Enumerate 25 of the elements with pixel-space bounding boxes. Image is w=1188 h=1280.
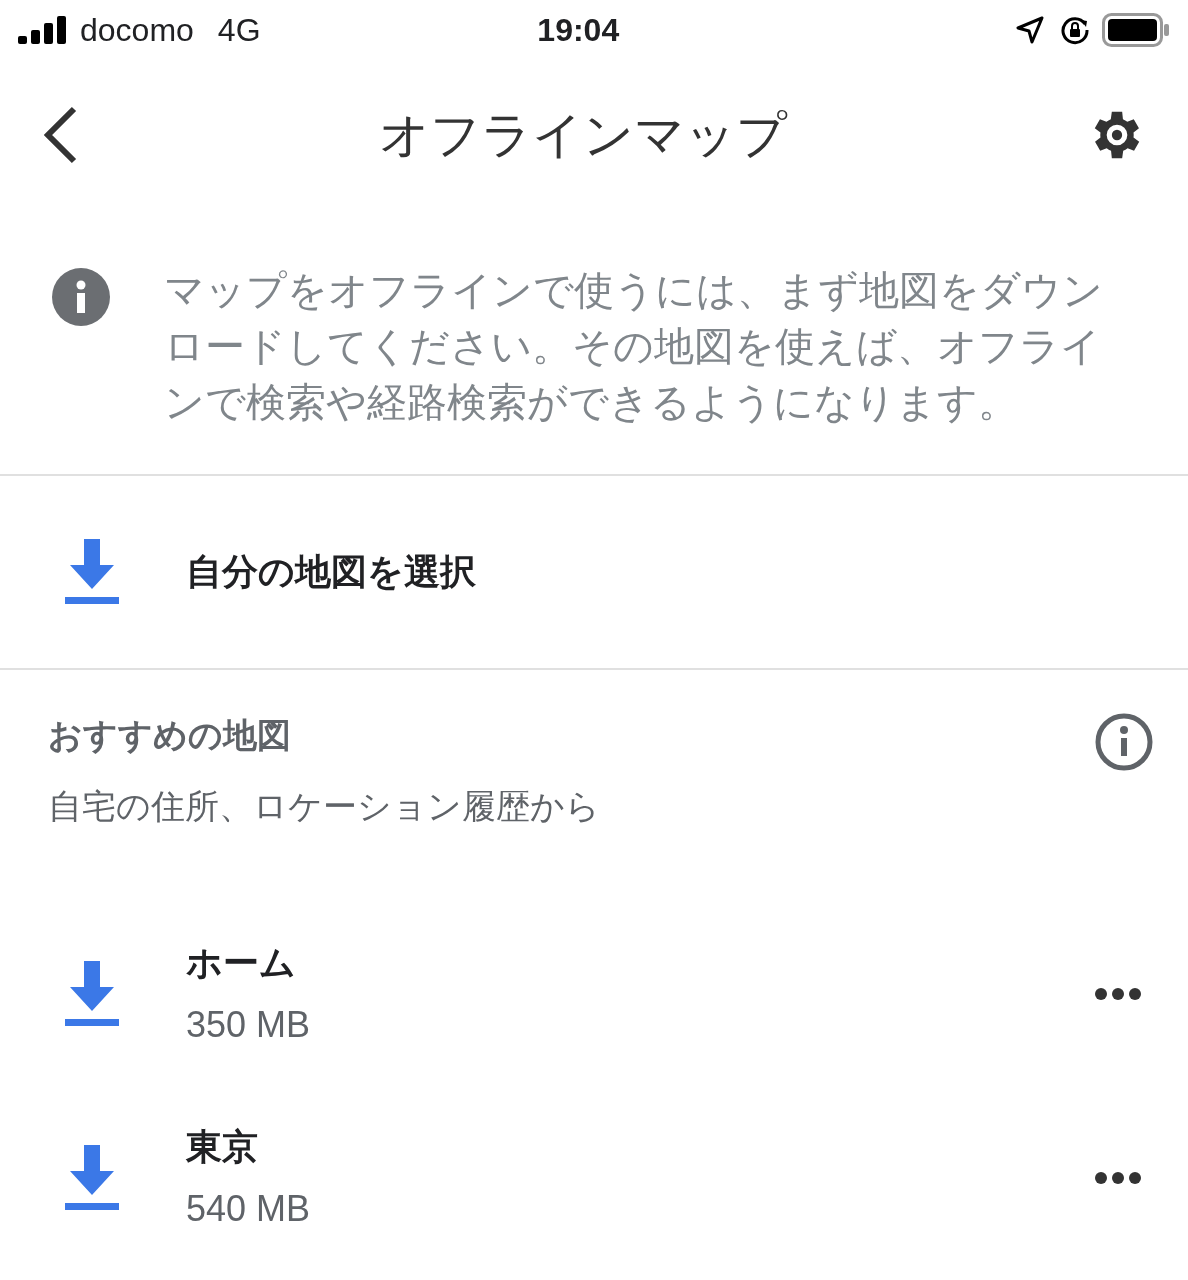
map-list-item[interactable]: 東京 540 MB	[0, 1086, 1188, 1270]
map-size: 540 MB	[186, 1187, 312, 1231]
info-text: マップをオフラインで使うには、まず地図をダウンロードしてください。その地図を使えば、オフラインで検索や経路検索ができるようになります。	[164, 266, 1104, 427]
location-arrow-icon	[1016, 16, 1044, 44]
network-type: 4G	[217, 11, 261, 50]
more-icon[interactable]	[1094, 1171, 1142, 1185]
section-subtitle: 自宅の住所、ロケーション履歴から	[48, 785, 601, 828]
map-size: 350 MB	[186, 1003, 312, 1047]
info-outline-icon[interactable]	[1094, 712, 1154, 772]
download-icon	[64, 961, 120, 1027]
select-map-button[interactable]: 自分の地図を選択	[0, 476, 1188, 670]
info-icon	[52, 268, 110, 326]
signal-icon	[18, 16, 68, 44]
map-name: ホーム	[186, 941, 297, 985]
rotation-lock-icon	[1060, 15, 1090, 45]
carrier-name: docomo	[80, 11, 194, 50]
more-icon[interactable]	[1094, 987, 1142, 1001]
map-list-item[interactable]: ホーム 350 MB	[0, 902, 1188, 1086]
section-title: おすすめの地図	[48, 714, 292, 757]
page-title: オフラインマップ	[379, 104, 787, 166]
map-name: 東京	[186, 1125, 259, 1169]
clock-time: 19:04	[537, 11, 620, 50]
download-icon	[64, 1145, 120, 1211]
battery-icon	[1102, 13, 1170, 47]
download-icon	[64, 539, 120, 605]
